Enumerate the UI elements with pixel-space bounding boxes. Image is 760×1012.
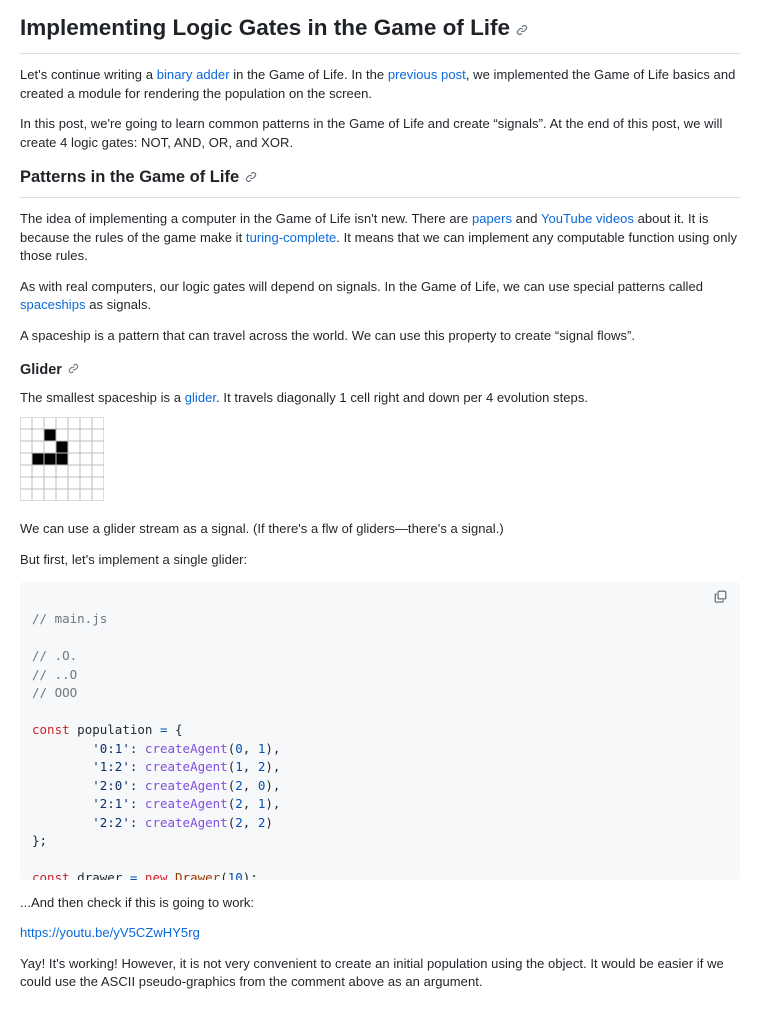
live-cell bbox=[32, 453, 44, 466]
link-icon[interactable] bbox=[68, 359, 79, 381]
papers-link[interactable]: papers bbox=[472, 211, 512, 226]
code-population-entry: '2:0': createAgent(2, 0), bbox=[92, 777, 281, 793]
glider-link[interactable]: glider bbox=[185, 390, 216, 405]
copy-icon[interactable] bbox=[714, 590, 728, 604]
code-population-entry: '2:2': createAgent(2, 2) bbox=[92, 814, 273, 830]
code-number: 10 bbox=[227, 870, 243, 880]
link-icon[interactable] bbox=[516, 14, 528, 44]
intro-paragraph-1: Let's continue writing a binary adder in… bbox=[20, 67, 736, 101]
code-line: // ..O bbox=[32, 666, 78, 682]
patterns-paragraph-2: As with real computers, our logic gates … bbox=[20, 278, 704, 313]
youtube-video-link[interactable]: https://youtu.be/yV5CZwHY5rg bbox=[20, 925, 200, 940]
live-cell bbox=[56, 441, 68, 454]
youtube-videos-link[interactable]: YouTube videos bbox=[541, 211, 634, 226]
glider-paragraph-3: But first, let's implement a single glid… bbox=[20, 552, 248, 567]
video-link-paragraph: https://youtu.be/yV5CZwHY5rg bbox=[20, 924, 740, 943]
code-population-entry: '2:1': createAgent(2, 1), bbox=[92, 796, 281, 812]
glider-pattern-image bbox=[19, 416, 105, 502]
intro-paragraph-2: In this post, we're going to learn commo… bbox=[20, 116, 723, 150]
code-block: // main.js // .O. // ..O // OOO const po… bbox=[20, 581, 740, 880]
spaceships-link[interactable]: spaceships bbox=[20, 297, 86, 312]
live-cell bbox=[56, 453, 68, 466]
after-paragraph-1: ...And then check if this is going to wo… bbox=[20, 894, 255, 910]
link-icon[interactable] bbox=[245, 166, 257, 190]
glider-paragraph-2: We can use a glider stream as a signal. … bbox=[20, 521, 504, 537]
live-cell bbox=[44, 429, 56, 442]
after-paragraph-2: Yay! It's working! However, it is not ve… bbox=[20, 955, 724, 990]
live-cell bbox=[44, 453, 56, 466]
code-line: // main.js bbox=[32, 611, 108, 627]
binary-adder-link[interactable]: binary adder bbox=[157, 67, 230, 82]
patterns-paragraph-3: A spaceship is a pattern that can travel… bbox=[20, 328, 636, 344]
page-title: Implementing Logic Gates in the Game of … bbox=[20, 0, 740, 55]
code-population-entry: '1:2': createAgent(1, 2), bbox=[92, 759, 281, 775]
code-population-entry: '0:1': createAgent(0, 1), bbox=[92, 740, 281, 756]
page-title-text: Implementing Logic Gates in the Game of … bbox=[20, 15, 511, 40]
code-line: // .O. bbox=[32, 648, 78, 664]
glider-paragraph-1: The smallest spaceship is a glider. It t… bbox=[20, 389, 589, 405]
previous-post-link[interactable]: previous post bbox=[388, 67, 466, 82]
section-heading-glider: Glider bbox=[20, 359, 740, 381]
code-line: // OOO bbox=[32, 685, 78, 701]
section-heading-patterns: Patterns in the Game of Life bbox=[20, 165, 740, 199]
patterns-paragraph-1: The idea of implementing a computer in t… bbox=[20, 211, 738, 264]
article: Implementing Logic Gates in the Game of … bbox=[0, 0, 760, 992]
turing-complete-link[interactable]: turing-complete bbox=[246, 230, 336, 245]
